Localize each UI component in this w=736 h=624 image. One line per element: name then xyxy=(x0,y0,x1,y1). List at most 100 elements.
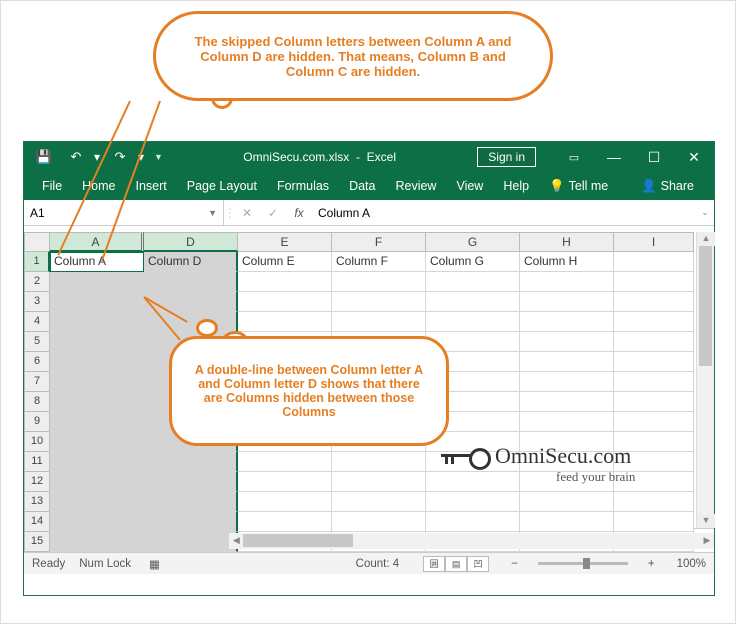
row-header[interactable]: 3 xyxy=(24,292,50,312)
row-header[interactable]: 2 xyxy=(24,272,50,292)
tab-pagelayout[interactable]: Page Layout xyxy=(177,172,267,200)
cell[interactable] xyxy=(144,512,238,532)
enter-icon[interactable]: ✓ xyxy=(260,206,286,220)
fx-icon[interactable]: fx xyxy=(286,206,312,220)
chevron-down-icon[interactable]: ▼ xyxy=(208,208,217,218)
minimize-icon[interactable]: — xyxy=(594,142,634,172)
scroll-left-icon[interactable]: ◀ xyxy=(229,533,243,549)
tab-formulas[interactable]: Formulas xyxy=(267,172,339,200)
normal-view-icon[interactable]: 囲 xyxy=(423,556,445,572)
cell[interactable] xyxy=(50,272,144,292)
cell[interactable] xyxy=(426,492,520,512)
cell[interactable] xyxy=(50,532,144,552)
share-button[interactable]: 👤 Share xyxy=(631,172,704,200)
cell[interactable] xyxy=(614,392,694,412)
row-header[interactable]: 14 xyxy=(24,512,50,532)
cell[interactable] xyxy=(426,472,520,492)
qa-customize-icon[interactable]: ▼ xyxy=(154,152,162,162)
cell[interactable] xyxy=(144,532,238,552)
page-break-icon[interactable]: 凹 xyxy=(467,556,489,572)
cell[interactable] xyxy=(144,272,238,292)
tab-help[interactable]: Help xyxy=(493,172,539,200)
cell[interactable] xyxy=(520,292,614,312)
cell[interactable] xyxy=(50,332,144,352)
cell[interactable] xyxy=(520,372,614,392)
cell[interactable] xyxy=(520,272,614,292)
cell[interactable] xyxy=(238,312,332,332)
cell[interactable] xyxy=(50,472,144,492)
row-header[interactable]: 11 xyxy=(24,452,50,472)
cell[interactable] xyxy=(332,472,426,492)
page-layout-icon[interactable]: ▤ xyxy=(445,556,467,572)
cell[interactable] xyxy=(332,512,426,532)
cell[interactable] xyxy=(50,312,144,332)
signin-button[interactable]: Sign in xyxy=(477,147,536,167)
cell[interactable] xyxy=(520,312,614,332)
cell[interactable] xyxy=(50,492,144,512)
cell[interactable] xyxy=(238,492,332,512)
cell[interactable] xyxy=(614,272,694,292)
row-header[interactable]: 6 xyxy=(24,352,50,372)
tellme-search[interactable]: 💡 Tell me xyxy=(539,172,618,200)
formula-bar[interactable]: Column A xyxy=(312,206,696,220)
zoom-slider[interactable] xyxy=(538,562,628,565)
cell[interactable] xyxy=(520,332,614,352)
cell[interactable] xyxy=(426,272,520,292)
cell[interactable] xyxy=(238,292,332,312)
maximize-icon[interactable]: ☐ xyxy=(634,142,674,172)
row-header[interactable]: 4 xyxy=(24,312,50,332)
cell[interactable] xyxy=(50,292,144,312)
cell[interactable] xyxy=(520,512,614,532)
scroll-thumb[interactable] xyxy=(243,534,353,547)
row-header[interactable]: 10 xyxy=(24,432,50,452)
cell[interactable]: Column A xyxy=(50,252,144,272)
row-header[interactable]: 12 xyxy=(24,472,50,492)
row-header[interactable]: 15 xyxy=(24,532,50,552)
column-header-H[interactable]: H xyxy=(520,232,614,252)
row-header[interactable]: 8 xyxy=(24,392,50,412)
undo-icon[interactable]: ↶ xyxy=(62,145,90,169)
scroll-right-icon[interactable]: ▶ xyxy=(700,533,714,549)
row-header[interactable]: 7 xyxy=(24,372,50,392)
row-header[interactable]: 1 xyxy=(24,252,50,272)
cell[interactable] xyxy=(238,452,332,472)
cell[interactable] xyxy=(238,512,332,532)
cell[interactable] xyxy=(332,452,426,472)
tab-view[interactable]: View xyxy=(446,172,493,200)
redo-icon[interactable]: ↷ xyxy=(106,145,134,169)
cell[interactable] xyxy=(144,452,238,472)
zoom-in-icon[interactable]: + xyxy=(648,558,655,570)
tab-home[interactable]: Home xyxy=(72,172,125,200)
cell[interactable] xyxy=(50,372,144,392)
accessibility-icon[interactable]: ▦ xyxy=(149,557,160,571)
cell[interactable] xyxy=(50,512,144,532)
cell[interactable] xyxy=(614,352,694,372)
cell[interactable] xyxy=(332,312,426,332)
tab-data[interactable]: Data xyxy=(339,172,385,200)
cell[interactable] xyxy=(520,412,614,432)
row-header[interactable]: 9 xyxy=(24,412,50,432)
cell[interactable] xyxy=(238,472,332,492)
cell[interactable] xyxy=(332,272,426,292)
cell[interactable] xyxy=(614,412,694,432)
cell[interactable] xyxy=(144,292,238,312)
cell[interactable] xyxy=(614,252,694,272)
cell[interactable] xyxy=(520,352,614,372)
save-icon[interactable]: 💾 xyxy=(30,145,58,169)
column-header-D[interactable]: D xyxy=(144,232,238,252)
cell[interactable]: Column F xyxy=(332,252,426,272)
cell[interactable] xyxy=(144,472,238,492)
cell[interactable] xyxy=(50,432,144,452)
cell[interactable] xyxy=(614,372,694,392)
cell[interactable] xyxy=(520,492,614,512)
cell[interactable] xyxy=(50,392,144,412)
scroll-thumb[interactable] xyxy=(699,246,712,366)
cell[interactable]: Column H xyxy=(520,252,614,272)
scroll-down-icon[interactable]: ▼ xyxy=(697,514,715,528)
cell[interactable] xyxy=(520,392,614,412)
cell[interactable]: Column E xyxy=(238,252,332,272)
ribbon-options-icon[interactable]: ▭ xyxy=(554,142,594,172)
cell[interactable] xyxy=(50,412,144,432)
cell[interactable] xyxy=(238,272,332,292)
cell[interactable] xyxy=(426,292,520,312)
